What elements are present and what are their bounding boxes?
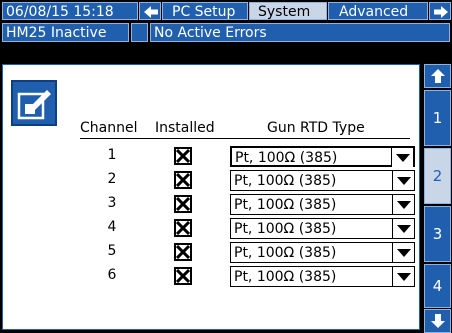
rtd-type-value: Pt, 100Ω (385) bbox=[234, 269, 337, 285]
installed-checkbox[interactable] bbox=[174, 267, 192, 285]
page-tab-1[interactable]: 1 bbox=[424, 90, 451, 146]
dropdown-button[interactable] bbox=[391, 148, 413, 167]
table-row: 5 Pt, 100Ω (385) bbox=[0, 241, 420, 265]
top-navigation-bar: 06/08/15 15:18 PC Setup System Advanced bbox=[0, 0, 452, 22]
column-header-rtd-type: Gun RTD Type bbox=[267, 120, 365, 136]
page-tab-2[interactable]: 2 bbox=[424, 148, 451, 204]
error-status: No Active Errors bbox=[150, 23, 450, 42]
table-row: 2 Pt, 100Ω (385) bbox=[0, 169, 420, 193]
nav-left-button[interactable] bbox=[139, 2, 161, 20]
channel-number: 1 bbox=[107, 147, 117, 163]
channel-number: 3 bbox=[107, 195, 117, 211]
column-header-channel: Channel bbox=[80, 120, 138, 136]
chevron-down-icon bbox=[397, 177, 411, 185]
table-row: 1 Pt, 100Ω (385) bbox=[0, 145, 420, 169]
channel-number: 4 bbox=[107, 219, 117, 235]
page-down-button[interactable] bbox=[424, 309, 451, 333]
rtd-type-dropdown[interactable]: Pt, 100Ω (385) bbox=[230, 242, 415, 263]
dropdown-button[interactable] bbox=[392, 171, 414, 190]
tab-system[interactable]: System bbox=[249, 2, 327, 20]
rtd-type-value: Pt, 100Ω (385) bbox=[234, 221, 337, 237]
checkbox-x-icon bbox=[176, 173, 190, 187]
checkbox-x-icon bbox=[176, 197, 190, 211]
rtd-type-value: Pt, 100Ω (385) bbox=[234, 197, 337, 213]
channel-number: 2 bbox=[107, 171, 117, 187]
checkbox-x-icon bbox=[176, 221, 190, 235]
arrow-left-icon bbox=[144, 6, 158, 18]
table-row: 6 Pt, 100Ω (385) bbox=[0, 265, 420, 289]
status-indicator bbox=[131, 23, 148, 42]
rtd-type-dropdown[interactable]: Pt, 100Ω (385) bbox=[230, 266, 415, 287]
checkbox-x-icon bbox=[176, 269, 190, 283]
page-up-button[interactable] bbox=[424, 64, 451, 88]
channel-number: 6 bbox=[107, 267, 117, 283]
rtd-type-dropdown[interactable]: Pt, 100Ω (385) bbox=[230, 146, 415, 167]
column-header-installed: Installed bbox=[155, 120, 215, 136]
tab-pc-setup[interactable]: PC Setup bbox=[162, 2, 248, 20]
arrow-up-icon bbox=[431, 69, 445, 83]
dropdown-button[interactable] bbox=[392, 267, 414, 286]
dropdown-button[interactable] bbox=[392, 219, 414, 238]
rtd-type-value: Pt, 100Ω (385) bbox=[235, 150, 338, 166]
checkbox-x-icon bbox=[176, 149, 190, 163]
datetime-display: 06/08/15 15:18 bbox=[2, 2, 138, 20]
arrow-right-icon bbox=[434, 6, 448, 18]
nav-right-button[interactable] bbox=[429, 2, 451, 20]
installed-checkbox[interactable] bbox=[174, 147, 192, 165]
channel-number: 5 bbox=[107, 243, 117, 259]
rtd-type-dropdown[interactable]: Pt, 100Ω (385) bbox=[230, 194, 415, 215]
rtd-type-value: Pt, 100Ω (385) bbox=[234, 245, 337, 261]
installed-checkbox[interactable] bbox=[174, 243, 192, 261]
arrow-down-icon bbox=[431, 314, 445, 328]
tab-advanced[interactable]: Advanced bbox=[328, 2, 428, 20]
chevron-down-icon bbox=[396, 154, 410, 162]
header-divider bbox=[80, 138, 410, 139]
dropdown-button[interactable] bbox=[392, 243, 414, 262]
installed-checkbox[interactable] bbox=[174, 171, 192, 189]
installed-checkbox[interactable] bbox=[174, 219, 192, 237]
edit-icon bbox=[17, 90, 51, 120]
chevron-down-icon bbox=[397, 225, 411, 233]
status-bar: HM25 Inactive No Active Errors bbox=[0, 22, 452, 43]
rtd-type-dropdown[interactable]: Pt, 100Ω (385) bbox=[230, 170, 415, 191]
dropdown-button[interactable] bbox=[392, 195, 414, 214]
chevron-down-icon bbox=[397, 273, 411, 281]
edit-button[interactable] bbox=[11, 80, 57, 126]
page-tab-4[interactable]: 4 bbox=[424, 264, 451, 308]
table-row: 3 Pt, 100Ω (385) bbox=[0, 193, 420, 217]
chevron-down-icon bbox=[397, 249, 411, 257]
rtd-type-dropdown[interactable]: Pt, 100Ω (385) bbox=[230, 218, 415, 239]
table-row: 4 Pt, 100Ω (385) bbox=[0, 217, 420, 241]
checkbox-x-icon bbox=[176, 245, 190, 259]
system-status: HM25 Inactive bbox=[2, 23, 129, 42]
chevron-down-icon bbox=[397, 201, 411, 209]
page-tab-3[interactable]: 3 bbox=[424, 206, 451, 262]
rtd-type-value: Pt, 100Ω (385) bbox=[234, 173, 337, 189]
installed-checkbox[interactable] bbox=[174, 195, 192, 213]
